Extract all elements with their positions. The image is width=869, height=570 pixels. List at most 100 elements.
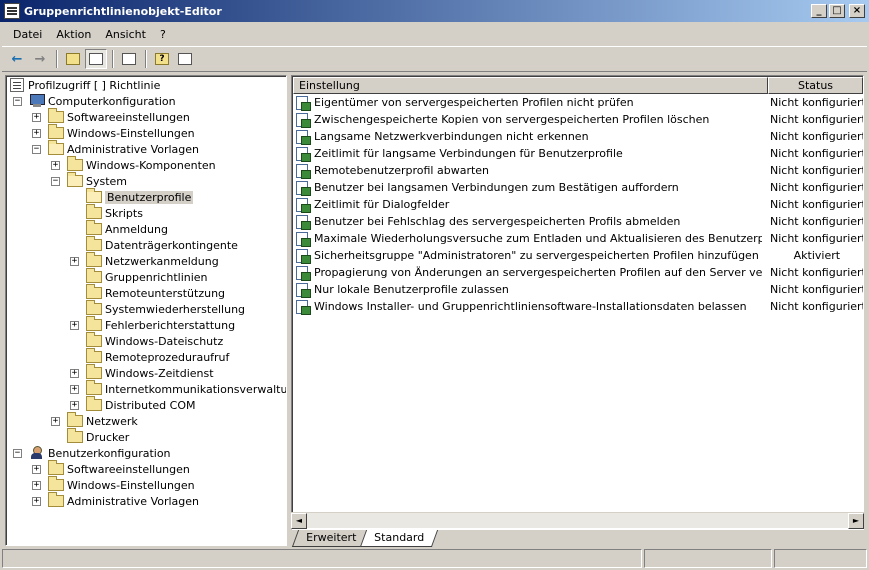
setting-row[interactable]: Zeitlimit für Dialogfelder Nicht konfigur…: [296, 196, 864, 213]
tree-item[interactable]: Netzwerkanmeldung: [86, 252, 219, 269]
tree-item[interactable]: Windows-Einstellungen: [48, 124, 195, 141]
tree-expander[interactable]: +: [32, 465, 41, 474]
menu-ansicht[interactable]: Ansicht: [98, 28, 153, 41]
tree-expander[interactable]: −: [32, 145, 41, 154]
tree-item[interactable]: Softwareeinstellungen: [48, 108, 190, 125]
toolbar-separator: [56, 50, 58, 68]
tree-item[interactable]: Gruppenrichtlinien: [86, 268, 208, 285]
tree-item[interactable]: Internetkommunikationsverwaltung: [86, 380, 286, 397]
tree-item[interactable]: Systemwiederherstellung: [86, 300, 245, 317]
tree-root[interactable]: Profilzugriff [ ] Richtlinie: [10, 77, 160, 93]
setting-row[interactable]: Langsame Netzwerkverbindungen nicht erke…: [296, 128, 863, 145]
setting-name: Benutzer bei langsamen Verbindungen zum …: [314, 181, 679, 194]
tree-expander[interactable]: +: [70, 401, 79, 410]
setting-row[interactable]: Maximale Wiederholungsversuche zum Entla…: [296, 230, 863, 247]
tree-expander[interactable]: +: [70, 321, 79, 330]
status-cell-main: [2, 549, 642, 568]
tree-expander[interactable]: +: [51, 161, 60, 170]
scroll-right-button[interactable]: ►: [848, 513, 864, 529]
setting-name: Eigentümer von servergespeicherten Profi…: [314, 96, 634, 109]
tree-expander[interactable]: +: [70, 385, 79, 394]
tree-item[interactable]: Administrative Vorlagen: [48, 492, 199, 509]
setting-row[interactable]: Zeitlimit für langsame Verbindungen für …: [296, 145, 863, 162]
tree-item-label: System: [86, 174, 128, 188]
tree-expander[interactable]: +: [32, 113, 41, 122]
folder-icon: [48, 124, 64, 139]
action-pane-icon: [178, 53, 192, 65]
open-folder-icon: [67, 172, 83, 187]
back-button[interactable]: ←: [6, 49, 28, 69]
tree-expander[interactable]: +: [70, 369, 79, 378]
tree-item-label: Fehlerberichterstattung: [105, 318, 236, 332]
column-header-setting[interactable]: Einstellung: [293, 77, 768, 94]
menu-help[interactable]: ?: [153, 28, 173, 41]
tree-item[interactable]: Anmeldung: [86, 220, 168, 237]
tree-item[interactable]: Drucker: [67, 428, 129, 445]
policy-setting-icon: [296, 231, 311, 247]
tree-item[interactable]: Distributed COM: [86, 396, 196, 413]
tree-item[interactable]: Remoteprozeduraufruf: [86, 348, 229, 365]
tree-expander[interactable]: −: [13, 449, 22, 458]
console-tree[interactable]: Profilzugriff [ ] Richtlinie − Computerko…: [5, 75, 287, 546]
tree-expander[interactable]: +: [32, 129, 41, 138]
policy-setting-icon: [296, 265, 311, 281]
tree-item-label: Windows-Einstellungen: [67, 126, 195, 140]
scroll-left-button[interactable]: ◄: [291, 513, 307, 529]
setting-row[interactable]: Windows Installer- und Gruppenrichtlinie…: [296, 298, 863, 315]
tree-item[interactable]: Administrative Vorlagen: [48, 140, 200, 157]
tree-item[interactable]: Windows-Komponenten: [67, 156, 216, 173]
setting-row[interactable]: Nur lokale Benutzerprofile zulassen Nicht…: [296, 281, 863, 298]
tab-standard[interactable]: Standard: [360, 530, 439, 547]
tree-expander[interactable]: +: [70, 257, 79, 266]
tree-expander[interactable]: +: [32, 497, 41, 506]
setting-row[interactable]: Propagierung von Änderungen an serverges…: [296, 264, 863, 281]
tree-item[interactable]: Windows-Zeitdienst: [86, 364, 214, 381]
tree-item[interactable]: Computerkonfiguration: [29, 93, 176, 109]
tree-item[interactable]: Fehlerberichterstattung: [86, 316, 236, 333]
tree-item[interactable]: Skripts: [86, 204, 143, 221]
tab-standard-label: Standard: [374, 531, 425, 544]
show-hide-action-pane-button[interactable]: [174, 49, 196, 69]
horizontal-scrollbar[interactable]: ◄ ►: [291, 512, 864, 529]
tab-erweitert[interactable]: Erweitert: [291, 530, 371, 547]
menu-aktion[interactable]: Aktion: [49, 28, 98, 41]
forward-button[interactable]: →: [29, 49, 51, 69]
tree-item[interactable]: Benutzerprofile: [86, 188, 194, 205]
tree-item[interactable]: Remoteunterstützung: [86, 284, 225, 301]
folder-icon: [86, 284, 102, 299]
tree-expander[interactable]: −: [13, 97, 22, 106]
setting-row[interactable]: Eigentümer von servergespeicherten Profi…: [296, 94, 863, 111]
policy-setting-icon: [296, 299, 311, 315]
tree-item[interactable]: Windows-Einstellungen: [48, 476, 195, 493]
tree-expander[interactable]: −: [51, 177, 60, 186]
tree-expander[interactable]: +: [32, 481, 41, 490]
tree-item[interactable]: Windows-Dateischutz: [86, 332, 223, 349]
maximize-button[interactable]: □: [829, 4, 845, 18]
up-level-button[interactable]: [62, 49, 84, 69]
settings-list[interactable]: Einstellung Status Eigentümer von server…: [291, 75, 864, 530]
minimize-button[interactable]: _: [811, 4, 827, 18]
tree-item[interactable]: Benutzerkonfiguration: [29, 445, 171, 461]
column-header-status[interactable]: Status: [768, 77, 863, 94]
menu-datei[interactable]: Datei: [6, 28, 49, 41]
close-button[interactable]: ×: [849, 4, 865, 18]
policy-setting-icon: [296, 180, 311, 196]
folder-icon: [86, 332, 102, 347]
tree-item[interactable]: Datenträgerkontingente: [86, 236, 238, 253]
setting-row[interactable]: Benutzer bei langsamen Verbindungen zum …: [296, 179, 863, 196]
tree-item[interactable]: System: [67, 172, 128, 189]
setting-row[interactable]: Benutzer bei Fehlschlag des servergespei…: [296, 213, 863, 230]
policy-setting-icon: [296, 146, 311, 162]
setting-row[interactable]: Remotebenutzerprofil abwarten Nicht konfi…: [296, 162, 863, 179]
help-button[interactable]: ?: [151, 49, 173, 69]
setting-row[interactable]: Sicherheitsgruppe "Administratoren" zu s…: [296, 247, 862, 264]
folder-icon: [67, 412, 83, 427]
export-list-button[interactable]: [118, 49, 140, 69]
tree-expander[interactable]: +: [51, 417, 60, 426]
tree-item[interactable]: Netzwerk: [67, 412, 138, 429]
show-tree-button[interactable]: [85, 49, 107, 69]
setting-status: Nicht konfiguriert: [770, 198, 864, 211]
tree-item-label: Administrative Vorlagen: [67, 142, 200, 156]
setting-row[interactable]: Zwischengespeicherte Kopien von serverge…: [296, 111, 863, 128]
tree-item[interactable]: Softwareeinstellungen: [48, 460, 190, 477]
